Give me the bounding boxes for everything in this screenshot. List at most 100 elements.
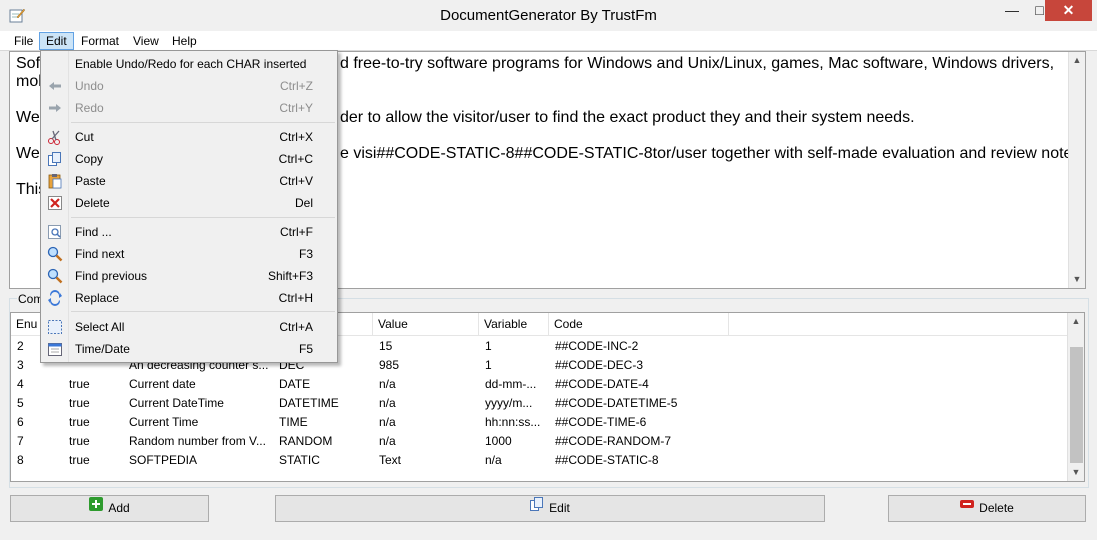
add-button-label: Add	[108, 501, 130, 515]
minimize-button[interactable]: —	[998, 0, 1026, 21]
header-variable[interactable]: Variable	[479, 313, 549, 336]
menu-item-copy[interactable]: Copy Ctrl+C	[43, 148, 335, 170]
header-code[interactable]: Code	[549, 313, 729, 336]
menu-edit[interactable]: Edit	[39, 32, 74, 50]
grid-scrollbar[interactable]: ▲ ▼	[1067, 313, 1084, 481]
scissors-icon	[47, 129, 63, 145]
cell-description: Current DateTime	[129, 396, 224, 410]
scroll-down-icon[interactable]: ▼	[1068, 464, 1084, 481]
cell-variable: hh:nn:ss...	[485, 415, 541, 429]
menu-format[interactable]: Format	[75, 32, 125, 50]
cell-variable: n/a	[485, 453, 502, 467]
close-button[interactable]: ✕	[1045, 0, 1092, 21]
table-row[interactable]: 6 true Current Time TIME n/a hh:nn:ss... ##COD…	[11, 413, 1069, 432]
menu-item-shortcut: F5	[298, 342, 313, 356]
edit-button[interactable]: Edit	[275, 495, 825, 522]
cell-variable: 1000	[485, 434, 512, 448]
add-button[interactable]: Add	[10, 495, 209, 522]
scroll-down-icon[interactable]: ▼	[1069, 271, 1085, 288]
cell-enabled: true	[69, 415, 90, 429]
table-row[interactable]: 5 true Current DateTime DATETIME n/a yyyy/m..…	[11, 394, 1069, 413]
menu-view[interactable]: View	[127, 32, 165, 50]
edit-menu-popup: Enable Undo/Redo for each CHAR inserted U…	[40, 50, 338, 363]
cell-variable: 1	[485, 358, 492, 372]
cell-description: SOFTPEDIA	[129, 453, 198, 467]
editor-fragment-1: d free-to-try software programs for Wind…	[340, 55, 1055, 72]
cell-type: DATE	[279, 377, 311, 391]
cell-enum: 8	[17, 453, 24, 467]
menu-item-cut[interactable]: Cut Ctrl+X	[43, 126, 335, 148]
menu-file[interactable]: File	[8, 32, 39, 50]
cell-description: Random number from V...	[129, 434, 266, 448]
add-icon	[89, 495, 104, 520]
scroll-up-icon[interactable]: ▲	[1069, 52, 1085, 69]
cell-value: 15	[379, 339, 393, 353]
menu-item-shortcut: Ctrl+H	[278, 291, 313, 305]
menu-item-replace[interactable]: Replace Ctrl+H	[43, 287, 335, 309]
cell-value: Text	[379, 453, 402, 467]
menu-item-shortcut: Del	[294, 196, 313, 210]
menu-item-label: Replace	[75, 291, 120, 305]
cell-type: STATIC	[279, 453, 320, 467]
cell-code: ##CODE-RANDOM-7	[555, 434, 672, 448]
find-previous-icon	[47, 268, 63, 284]
menu-item-redo[interactable]: Redo Ctrl+Y	[43, 97, 335, 119]
menu-item-label: Cut	[75, 130, 94, 144]
menu-item-time-date[interactable]: Time/Date F5	[43, 338, 335, 360]
menu-separator	[71, 217, 335, 218]
table-row[interactable]: 8 true SOFTPEDIA STATIC Text n/a ##CODE-STATIC…	[11, 451, 1069, 470]
edit-button-label: Edit	[549, 501, 570, 515]
cell-variable: 1	[485, 339, 492, 353]
menu-item-shortcut: Ctrl+X	[279, 130, 313, 144]
header-value[interactable]: Value	[373, 313, 479, 336]
editor-scrollbar[interactable]: ▲ ▼	[1068, 52, 1085, 288]
menu-item-delete[interactable]: Delete Del	[43, 192, 335, 214]
cell-code: ##CODE-DATE-4	[555, 377, 649, 391]
cell-value: n/a	[379, 415, 396, 429]
copy-icon	[47, 151, 63, 167]
cell-code: ##CODE-TIME-6	[555, 415, 647, 429]
menu-bar: File Edit Format View Help	[0, 31, 1097, 51]
cell-code: ##CODE-DEC-3	[555, 358, 644, 372]
menu-item-find-previous[interactable]: Find previous Shift+F3	[43, 265, 335, 287]
scroll-thumb[interactable]	[1070, 347, 1083, 463]
cell-enum: 7	[17, 434, 24, 448]
cell-enabled: true	[69, 396, 90, 410]
table-row[interactable]: 4 true Current date DATE n/a dd-mm-... ##CODE-…	[11, 375, 1069, 394]
menu-item-shortcut: Ctrl+F	[280, 225, 313, 239]
table-row[interactable]: 7 true Random number from V... RANDOM n/a 100…	[11, 432, 1069, 451]
menu-item-label: Find next	[75, 247, 125, 261]
cell-code: ##CODE-INC-2	[555, 339, 639, 353]
menu-item-shortcut: Ctrl+A	[279, 320, 313, 334]
delete-button[interactable]: Delete	[888, 495, 1086, 522]
cell-enum: 5	[17, 396, 24, 410]
window-title: DocumentGenerator By TrustFm	[440, 7, 657, 24]
menu-item-label: Time/Date	[75, 342, 130, 356]
cell-description: Current Time	[129, 415, 199, 429]
delete-icon	[960, 495, 975, 520]
paste-icon	[47, 173, 63, 189]
menu-item-paste[interactable]: Paste Ctrl+V	[43, 170, 335, 192]
menu-item-label: Delete	[75, 196, 110, 210]
cell-enum: 4	[17, 377, 24, 391]
menu-item-find-next[interactable]: Find next F3	[43, 243, 335, 265]
cell-type: TIME	[279, 415, 308, 429]
menu-item-select-all[interactable]: Select All Ctrl+A	[43, 316, 335, 338]
menu-item-undo[interactable]: Undo Ctrl+Z	[43, 75, 335, 97]
calendar-icon	[47, 341, 63, 357]
find-next-icon	[47, 246, 63, 262]
redo-icon	[47, 100, 63, 116]
menu-item-find[interactable]: Find ... Ctrl+F	[43, 221, 335, 243]
cell-enabled: true	[69, 453, 90, 467]
title-bar: DocumentGenerator By TrustFm — □ ✕	[0, 0, 1097, 31]
menu-item-shortcut: Ctrl+V	[279, 174, 313, 188]
menu-item-label: Enable Undo/Redo for each CHAR inserted	[75, 57, 307, 71]
cell-enum: 6	[17, 415, 24, 429]
menu-item-enable-undo-redo-for-each-char-inserted[interactable]: Enable Undo/Redo for each CHAR inserted	[43, 53, 335, 75]
cell-value: n/a	[379, 396, 396, 410]
scroll-up-icon[interactable]: ▲	[1068, 313, 1084, 330]
editor-line-2: We	[16, 109, 40, 126]
cell-value: n/a	[379, 434, 396, 448]
menu-item-shortcut: Shift+F3	[267, 269, 313, 283]
menu-help[interactable]: Help	[166, 32, 203, 50]
